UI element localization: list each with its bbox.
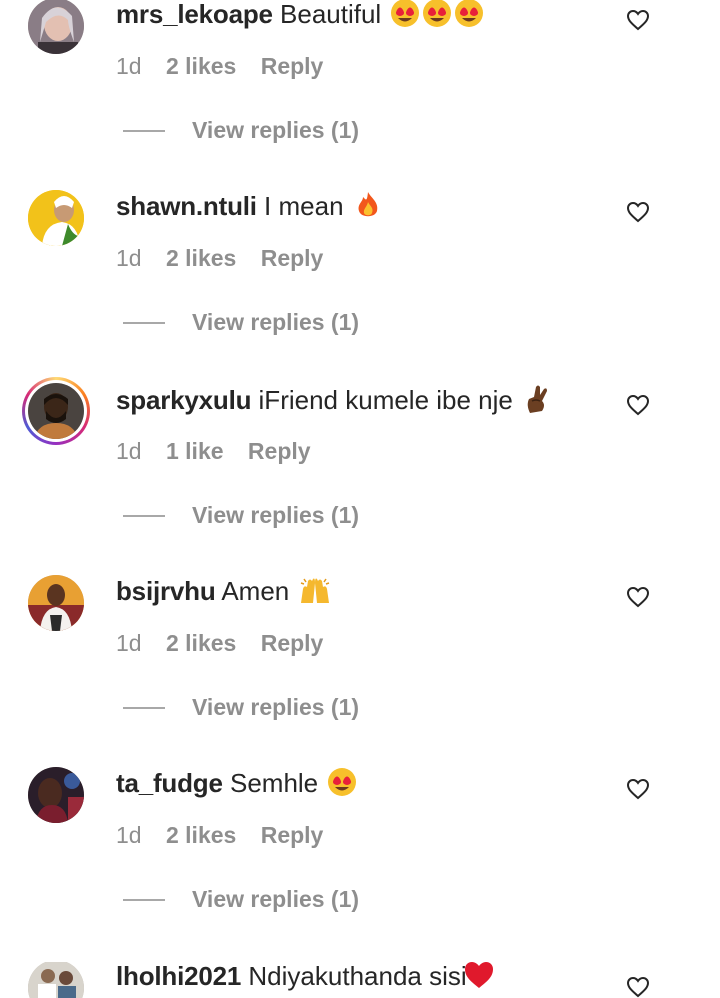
comment-text-line: sparkyxulu iFriend kumele ibe nje (116, 383, 552, 421)
comment-item: ta_fudge Semhle 1d 2 likes Reply View re… (0, 767, 720, 961)
comment-text: Ndiyakuthanda sisi (248, 962, 467, 991)
avatar[interactable] (28, 767, 84, 823)
heart-eyes-emoji-icon (390, 0, 486, 34)
like-heart-icon[interactable] (626, 976, 650, 998)
view-replies-button[interactable]: View replies (1) (192, 117, 359, 144)
like-heart-icon[interactable] (626, 9, 650, 31)
fire-emoji-icon (353, 190, 383, 226)
comment-item: mrs_lekoape Beautiful 1d 2 likes Reply V… (0, 0, 720, 192)
likes-count[interactable]: 2 likes (166, 630, 236, 656)
comment-text: iFriend kumele ibe nje (258, 384, 513, 415)
comment-text-line: ta_fudge Semhle (116, 767, 357, 803)
comment-item: shawn.ntuli I mean 1d 2 likes Reply View… (0, 190, 720, 384)
username[interactable]: ta_fudge (116, 768, 223, 798)
comment-meta: 1d 2 likes Reply (116, 630, 341, 657)
comment-meta: 1d 1 like Reply (116, 438, 329, 465)
timestamp: 1d (116, 822, 142, 848)
replies-divider (123, 130, 165, 132)
avatar[interactable] (28, 575, 84, 631)
reply-button[interactable]: Reply (261, 822, 324, 848)
replies-divider (123, 515, 165, 517)
reply-button[interactable]: Reply (261, 630, 324, 656)
avatar[interactable] (28, 190, 84, 246)
timestamp: 1d (116, 245, 142, 271)
reply-button[interactable]: Reply (248, 438, 311, 464)
comment-item: bsijrvhu Amen 1d 2 likes Reply View repl… (0, 575, 720, 769)
comment-text: I mean (264, 190, 344, 221)
comment-text-line: mrs_lekoape Beautiful (116, 0, 486, 34)
replies-divider (123, 322, 165, 324)
crossed-fingers-emoji-icon (522, 383, 552, 421)
comment-meta: 1d 2 likes Reply (116, 822, 341, 849)
likes-count[interactable]: 1 like (166, 438, 224, 464)
like-heart-icon[interactable] (626, 586, 650, 608)
view-replies-button[interactable]: View replies (1) (192, 309, 359, 336)
avatar[interactable] (28, 0, 84, 54)
likes-count[interactable]: 2 likes (166, 822, 236, 848)
comment-item: lholhi2021 Ndiyakuthanda sisi (0, 962, 720, 998)
avatar[interactable] (28, 962, 84, 998)
comment-text: Semhle (229, 767, 319, 798)
raised-hands-emoji-icon (298, 575, 332, 611)
username[interactable]: lholhi2021 (116, 962, 241, 991)
likes-count[interactable]: 2 likes (166, 245, 236, 271)
avatar-story-ring[interactable] (22, 377, 90, 445)
view-replies-button[interactable]: View replies (1) (192, 502, 359, 529)
replies-divider (123, 707, 165, 709)
replies-divider (123, 899, 165, 901)
reply-button[interactable]: Reply (261, 245, 324, 271)
comment-text: Beautiful (280, 0, 382, 29)
timestamp: 1d (116, 438, 142, 464)
timestamp: 1d (116, 53, 142, 79)
comment-text-line: shawn.ntuli I mean (116, 190, 383, 226)
heart-eyes-emoji-icon (327, 767, 357, 803)
likes-count[interactable]: 2 likes (166, 53, 236, 79)
timestamp: 1d (116, 630, 142, 656)
username[interactable]: shawn.ntuli (116, 191, 257, 221)
like-heart-icon[interactable] (626, 201, 650, 223)
username[interactable]: bsijrvhu (116, 576, 216, 606)
comment-meta: 1d 2 likes Reply (116, 245, 341, 272)
comment-text-line: lholhi2021 Ndiyakuthanda sisi (116, 962, 495, 996)
like-heart-icon[interactable] (626, 778, 650, 800)
red-heart-emoji-icon (463, 962, 495, 996)
reply-button[interactable]: Reply (261, 53, 324, 79)
username[interactable]: sparkyxulu (116, 385, 251, 415)
comment-text-line: bsijrvhu Amen (116, 575, 332, 611)
comment-meta: 1d 2 likes Reply (116, 53, 341, 80)
view-replies-button[interactable]: View replies (1) (192, 694, 359, 721)
like-heart-icon[interactable] (626, 394, 650, 416)
comment-item: sparkyxulu iFriend kumele ibe nje 1d 1 l… (0, 377, 720, 577)
view-replies-button[interactable]: View replies (1) (192, 886, 359, 913)
username[interactable]: mrs_lekoape (116, 0, 273, 29)
comment-text: Amen (221, 575, 290, 606)
